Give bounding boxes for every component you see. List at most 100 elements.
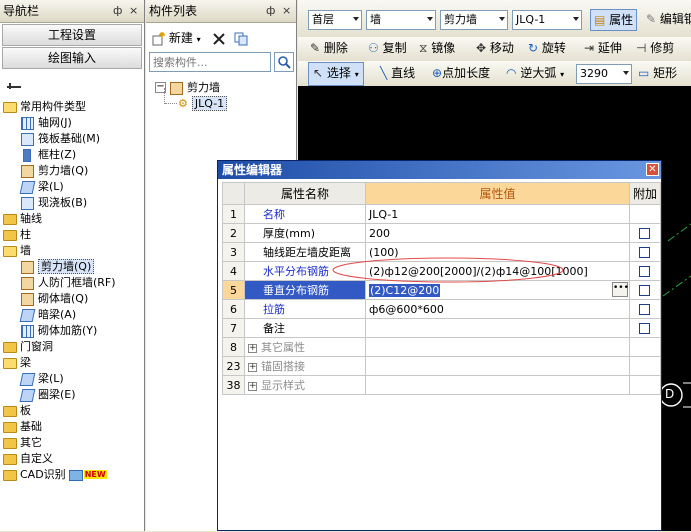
tree-folder[interactable]: 自定义: [3, 451, 53, 467]
tree-item[interactable]: 轴网(J): [21, 115, 72, 131]
copy-icon: [234, 32, 248, 46]
new-component-button[interactable]: 新建 ▾: [151, 28, 201, 50]
delete-component-button[interactable]: [212, 28, 226, 48]
copy-component-button[interactable]: [234, 28, 248, 48]
edit-rebar-button[interactable]: ✎ 编辑钢: [646, 9, 691, 29]
line-button[interactable]: ╲ 直线: [380, 62, 415, 84]
tree-item[interactable]: 砌体墙(Q): [21, 291, 88, 307]
arc-button[interactable]: ◠ 逆大弧 ▾: [506, 62, 564, 86]
tree-label: 框柱(Z): [38, 148, 77, 161]
tree-folder[interactable]: 轴线: [3, 211, 42, 227]
tree-label: 人防门框墙(RF): [38, 276, 116, 289]
arc-icon: ◠: [506, 66, 517, 80]
leaf-icon: [21, 132, 34, 146]
tree-label: 剪力墙(Q): [38, 259, 95, 274]
tree-item[interactable]: 梁(L): [19, 371, 64, 387]
tree-folder[interactable]: 门窗洞: [3, 339, 53, 355]
beam-icon: [19, 308, 36, 322]
extend-button[interactable]: ⇥ 延伸: [584, 37, 622, 59]
property-button[interactable]: ▤ 属性: [590, 9, 638, 31]
close-icon[interactable]: ×: [129, 0, 138, 22]
tree-item[interactable]: 框柱(Z): [21, 147, 76, 163]
folder-icon: [3, 437, 17, 449]
tree-label: 板: [20, 404, 31, 417]
arc-radius-select[interactable]: 3290: [576, 64, 632, 84]
tree-label: 剪力墙(Q): [38, 164, 89, 177]
folder-icon: [3, 469, 17, 481]
tree-folder[interactable]: 其它: [3, 435, 42, 451]
new-badge: NEW: [83, 470, 107, 479]
category-select[interactable]: 墙: [366, 10, 436, 30]
project-settings-button[interactable]: 工程设置: [2, 24, 142, 46]
extend-icon: ⇥: [584, 41, 595, 55]
edit-rebar-icon: ✎: [646, 12, 657, 26]
tree-label: 暗梁(A): [38, 308, 77, 321]
wall-icon: [21, 292, 34, 306]
tree-label: 梁: [20, 356, 31, 369]
search-icon[interactable]: [274, 52, 294, 72]
grid-icon: [21, 116, 34, 130]
tree-folder[interactable]: 梁: [3, 355, 31, 371]
leaf-icon: [21, 196, 34, 210]
component-item-jlq1[interactable]: ⚙ JLQ-1: [178, 96, 228, 112]
collapse-all-icon[interactable]: [7, 83, 21, 89]
tree-label: 轴线: [20, 212, 42, 225]
mirror-button[interactable]: ⧖ 镜像: [419, 37, 455, 59]
tree-item[interactable]: 筏板基础(M): [21, 131, 100, 147]
navigation-pane: 导航栏 ф × 工程设置 绘图输入 常用构件类型 轴网(J) 筏板基础(M) 框柱(Z…: [0, 0, 145, 531]
tree-folder[interactable]: 基础: [3, 419, 42, 435]
tree-label: 砌体加筋(Y): [38, 324, 98, 337]
tree-label: 筏板基础(M): [38, 132, 101, 145]
tree-label: 圈梁(E): [38, 388, 76, 401]
tree-folder[interactable]: 柱: [3, 227, 31, 243]
wall-icon: [21, 164, 34, 178]
tree-item[interactable]: 梁(L): [19, 179, 64, 195]
tree-item[interactable]: 剪力墙(Q): [21, 163, 88, 179]
delete-icon: ✎: [310, 41, 321, 55]
floor-select[interactable]: 首层: [308, 10, 362, 30]
rotate-button[interactable]: ↻ 旋转: [528, 37, 566, 59]
tree-folder[interactable]: 墙: [3, 243, 31, 259]
close-icon[interactable]: ×: [282, 0, 291, 22]
tree-folder[interactable]: 常用构件类型: [3, 99, 86, 115]
pin-icon[interactable]: ф: [266, 0, 275, 22]
new-icon: [151, 31, 165, 46]
component-list-header: 构件列表 ф ×: [146, 0, 296, 23]
component-search-input[interactable]: [149, 52, 271, 72]
tree-item[interactable]: 人防门框墙(RF): [21, 275, 116, 291]
select-button[interactable]: ↖ 选择 ▾: [308, 62, 364, 86]
delete-button[interactable]: ✎ 删除: [310, 37, 348, 59]
tree-label: 常用构件类型: [20, 100, 86, 113]
tree-label: 其它: [20, 436, 42, 449]
point-length-icon: ⊕: [432, 66, 443, 80]
component-list-title: 构件列表: [149, 4, 198, 18]
tree-item[interactable]: 剪力墙(Q): [21, 259, 95, 275]
move-button[interactable]: ✥ 移动: [476, 37, 514, 59]
tree-item[interactable]: 现浇板(B): [21, 195, 87, 211]
folder-icon: [3, 341, 17, 353]
trim-button[interactable]: ⊣ 修剪: [636, 37, 674, 59]
drawing-input-button[interactable]: 绘图输入: [2, 47, 142, 69]
tree-item[interactable]: 暗梁(A): [19, 307, 77, 323]
component-select[interactable]: JLQ-1: [512, 10, 582, 30]
tree-folder[interactable]: 板: [3, 403, 31, 419]
tree-item[interactable]: 砌体加筋(Y): [21, 323, 97, 339]
grid-icon: [21, 324, 34, 338]
rectangle-button[interactable]: ▭ 矩形: [638, 62, 677, 84]
tree-item[interactable]: 圈梁(E): [19, 387, 76, 403]
tree-folder[interactable]: CAD识别 NEW: [3, 467, 107, 483]
component-tree-root[interactable]: 剪力墙: [170, 80, 220, 96]
cad-icon: [68, 469, 83, 481]
folder-open-icon: [3, 357, 17, 369]
delete-x-icon: [212, 32, 226, 46]
tree-label: 墙: [20, 244, 31, 257]
copy-button[interactable]: ⚇ 复制: [368, 37, 407, 59]
tree-line: [165, 103, 177, 104]
floor-toolbar: 首层 墙 剪力墙 JLQ-1 ▤ 属性 ✎ 编辑钢: [298, 0, 691, 38]
tree-label: 自定义: [20, 452, 53, 465]
folder-icon: [3, 229, 17, 241]
folder-icon: [3, 453, 17, 465]
point-length-button[interactable]: ⊕点加长度: [432, 62, 490, 84]
type-select[interactable]: 剪力墙: [440, 10, 508, 30]
pin-icon[interactable]: ф: [113, 0, 122, 22]
